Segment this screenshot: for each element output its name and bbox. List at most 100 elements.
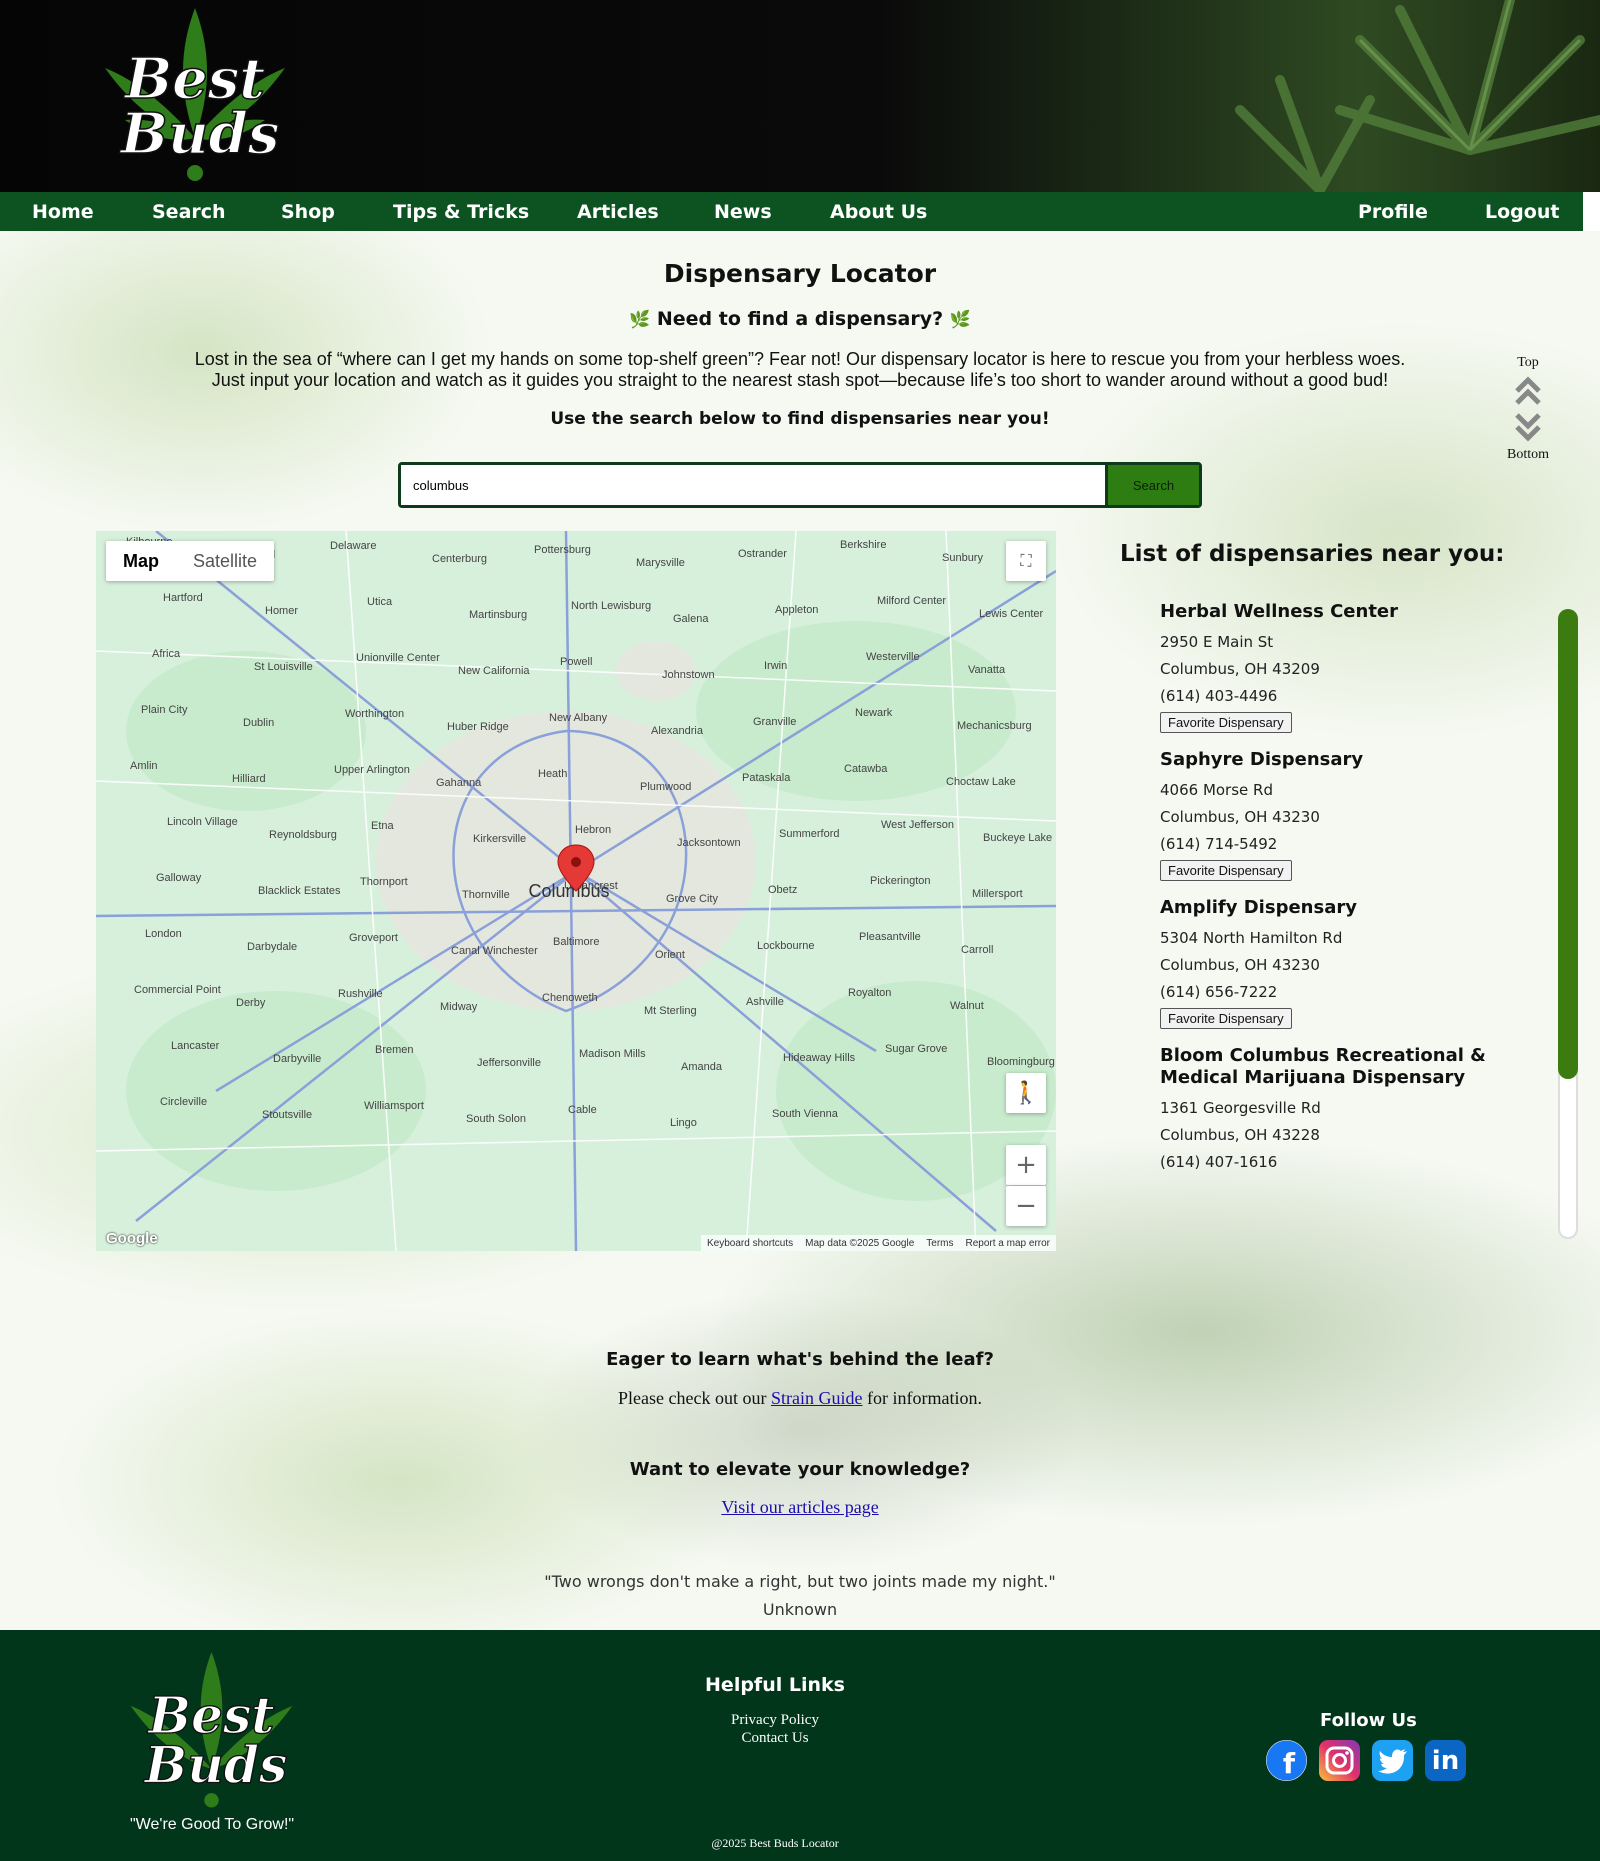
learn-text: Please check out our Strain Guide for in… xyxy=(0,1388,1600,1409)
chevron-up-icon[interactable] xyxy=(1514,375,1542,407)
scroll-bottom-label[interactable]: Bottom xyxy=(1500,447,1556,463)
dispensary-street: 5304 North Hamilton Rd xyxy=(1160,929,1343,947)
map-place-label: Amlin xyxy=(130,760,158,772)
map-place-label: Obetz xyxy=(768,884,797,896)
nav-search[interactable]: Search xyxy=(152,201,226,223)
scroll-top-label[interactable]: Top xyxy=(1500,355,1556,371)
map-place-label: Carroll xyxy=(961,944,993,956)
dispensary-name[interactable]: Amplify Dispensary xyxy=(1160,897,1530,919)
map-place-label: Worthington xyxy=(345,708,404,720)
nav-profile[interactable]: Profile xyxy=(1358,201,1428,223)
map-footer: Keyboard shortcuts Map data ©2025 Google… xyxy=(700,1235,1056,1251)
street-view-icon[interactable]: 🚶 xyxy=(1006,1073,1046,1113)
chevron-down-icon[interactable] xyxy=(1514,411,1542,443)
follow-us-heading: Follow Us xyxy=(1320,1710,1417,1731)
map-place-label: Utica xyxy=(367,596,393,608)
nav-about-us[interactable]: About Us xyxy=(830,201,927,223)
map-place-label: Berkshire xyxy=(840,539,886,551)
dispensary-name[interactable]: Herbal Wellness Center xyxy=(1160,601,1530,623)
map-place-label: Lingo xyxy=(670,1117,697,1129)
instagram-icon[interactable] xyxy=(1319,1740,1360,1781)
dispensary-name[interactable]: Bloom Columbus Recreational & Medical Ma… xyxy=(1160,1045,1530,1089)
nav-articles[interactable]: Articles xyxy=(577,201,659,223)
favorite-dispensary-button[interactable]: Favorite Dispensary xyxy=(1160,712,1292,733)
map-place-label: Hilliard xyxy=(232,773,266,785)
dispensary-street: 2950 E Main St xyxy=(1160,633,1274,651)
zoom-in-icon[interactable]: + xyxy=(1006,1145,1046,1185)
map-place-label: Homer xyxy=(265,605,298,617)
map-place-label: Africa xyxy=(152,648,181,660)
zoom-out-icon[interactable]: − xyxy=(1006,1186,1046,1226)
map-place-label: Delaware xyxy=(330,540,376,552)
map-place-label: Baltimore xyxy=(553,936,599,948)
map-canvas[interactable]: KilbourneRaymondDelawareCenterburgPotter… xyxy=(96,531,1056,1251)
map-place-label: Summerford xyxy=(779,828,840,840)
footer-tagline: "We're Good To Grow!" xyxy=(130,1816,295,1833)
facebook-icon[interactable]: f xyxy=(1266,1740,1307,1781)
map-place-label: Etna xyxy=(371,820,395,832)
map-tab-satellite[interactable]: Satellite xyxy=(176,541,274,581)
dispensary-list-title: List of dispensaries near you: xyxy=(1120,541,1505,567)
report-map-error-link[interactable]: Report a map error xyxy=(966,1238,1050,1249)
nav-shop[interactable]: Shop xyxy=(281,201,335,223)
twitter-icon[interactable] xyxy=(1372,1740,1413,1781)
favorite-dispensary-button[interactable]: Favorite Dispensary xyxy=(1160,860,1292,881)
map-place-label: Centerburg xyxy=(432,553,487,565)
map-place-label: Chenoweth xyxy=(542,992,598,1004)
dispensary-phone: (614) 407-1616 xyxy=(1160,1153,1278,1171)
dispensary-list[interactable]: Herbal Wellness Center 2950 E Main St Co… xyxy=(1160,601,1530,1251)
nav-home[interactable]: Home xyxy=(32,201,94,223)
locator-subtitle: 🌿 Need to find a dispensary? 🌿 xyxy=(0,308,1600,330)
map-place-label: Bremen xyxy=(375,1044,414,1056)
map-place-label: Vanatta xyxy=(968,664,1006,676)
nav-tips-tricks[interactable]: Tips & Tricks xyxy=(393,201,529,223)
map-place-label: Stoutsville xyxy=(262,1109,312,1121)
map-place-label: Milford Center xyxy=(877,595,946,607)
map-place-label: Commercial Point xyxy=(134,984,221,996)
list-scrollbar-thumb[interactable] xyxy=(1558,609,1578,1079)
map-place-label: Amanda xyxy=(681,1061,723,1073)
nav-logout[interactable]: Logout xyxy=(1485,201,1559,223)
map-view[interactable]: KilbourneRaymondDelawareCenterburgPotter… xyxy=(96,531,1056,1251)
map-place-label: New Albany xyxy=(549,712,608,724)
map-place-label: Powell xyxy=(560,656,592,668)
keyboard-shortcuts-link[interactable]: Keyboard shortcuts xyxy=(707,1238,793,1249)
articles-page-link[interactable]: Visit our articles page xyxy=(721,1497,878,1517)
map-tab-map[interactable]: Map xyxy=(106,541,176,581)
location-search-input[interactable] xyxy=(401,465,1105,505)
map-place-label: Thornport xyxy=(360,876,408,888)
helpful-links-heading: Helpful Links xyxy=(705,1674,845,1696)
terms-link[interactable]: Terms xyxy=(926,1238,953,1249)
map-place-label: Johnstown xyxy=(662,669,715,681)
dispensary-name[interactable]: Saphyre Dispensary xyxy=(1160,749,1530,771)
map-place-label: Marysville xyxy=(636,557,685,569)
map-place-label: West Jefferson xyxy=(881,819,954,831)
privacy-policy-link[interactable]: Privacy Policy xyxy=(0,1712,1550,1729)
map-place-label: Blacklick Estates xyxy=(258,885,341,897)
nav-news[interactable]: News xyxy=(714,201,772,223)
map-place-label: Pickerington xyxy=(870,875,931,887)
map-place-label: Catawba xyxy=(844,763,888,775)
fullscreen-icon[interactable]: ⛶ xyxy=(1006,541,1046,581)
dispensary-city: Columbus, OH 43230 xyxy=(1160,956,1320,974)
search-button[interactable]: Search xyxy=(1105,465,1199,505)
best-buds-logo[interactable]: Best Buds xyxy=(100,8,290,186)
map-place-label: Upper Arlington xyxy=(334,764,410,776)
map-place-label: Hebron xyxy=(575,824,611,836)
map-place-label: Pleasantville xyxy=(859,931,921,943)
strain-guide-link[interactable]: Strain Guide xyxy=(771,1388,863,1408)
map-place-label: South Solon xyxy=(466,1113,526,1125)
map-place-label: Newark xyxy=(855,707,893,719)
map-place-label: Appleton xyxy=(775,604,818,616)
site-footer: Best Buds "We're Good To Grow!" Helpful … xyxy=(0,1630,1600,1861)
map-place-label: Midway xyxy=(440,1001,478,1013)
quote-text: "Two wrongs don't make a right, but two … xyxy=(544,1572,1056,1591)
map-data-credit: Map data ©2025 Google xyxy=(805,1237,915,1249)
dispensary-item: Herbal Wellness Center 2950 E Main St Co… xyxy=(1160,601,1530,733)
linkedin-icon[interactable]: in xyxy=(1425,1740,1466,1781)
learn-heading: Eager to learn what's behind the leaf? xyxy=(606,1349,994,1370)
dispensary-city: Columbus, OH 43230 xyxy=(1160,808,1320,826)
map-place-label: Groveport xyxy=(349,932,398,944)
map-place-label: Reynoldsburg xyxy=(269,829,337,841)
favorite-dispensary-button[interactable]: Favorite Dispensary xyxy=(1160,1008,1292,1029)
